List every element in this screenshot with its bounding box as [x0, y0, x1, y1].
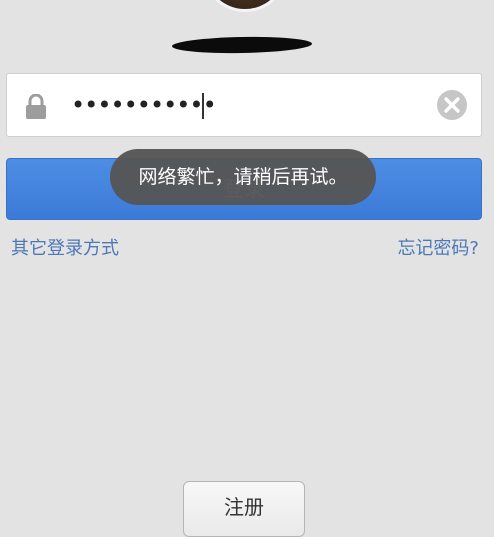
- forgot-password-link[interactable]: 忘记密码?: [397, 237, 479, 261]
- register-button[interactable]: 注册: [183, 481, 305, 537]
- avatar: [202, 0, 288, 12]
- text-cursor: [202, 93, 204, 119]
- lock-icon: [26, 94, 46, 119]
- username-label: —: [171, 35, 313, 55]
- other-login-link[interactable]: 其它登录方式: [11, 237, 119, 261]
- clear-icon[interactable]: [436, 89, 468, 121]
- toast-message: 网络繁忙，请稍后再试。: [110, 149, 376, 205]
- password-value: •••••••••••: [71, 91, 217, 119]
- password-field[interactable]: •••••••••••: [6, 73, 482, 137]
